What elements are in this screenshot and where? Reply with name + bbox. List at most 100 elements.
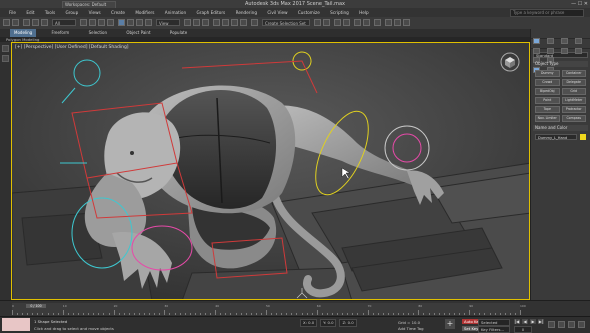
rendered-frame-window-icon[interactable] [394, 19, 401, 26]
menu-modifiers[interactable]: Modifiers [135, 8, 154, 17]
percent-snap-icon[interactable] [231, 19, 238, 26]
render-production-icon[interactable] [403, 19, 410, 26]
undo-icon[interactable] [3, 19, 10, 26]
select-object-icon[interactable] [80, 19, 87, 26]
y-coordinate-field[interactable]: Y: 0.0 [320, 319, 337, 327]
previous-frame-button[interactable]: ◀ [522, 319, 528, 324]
selection-filter-dropdown[interactable]: All [52, 19, 76, 26]
menu-tools[interactable]: Tools [45, 8, 55, 17]
go-to-end-button[interactable]: ▶| [538, 319, 544, 324]
pivot-point-icon[interactable] [184, 19, 191, 26]
keyboard-shortcut-icon[interactable] [202, 19, 209, 26]
menu-views[interactable]: Views [89, 8, 101, 17]
nav-limiter-button[interactable]: Nav. Limiter [535, 115, 560, 122]
move-icon[interactable] [118, 19, 125, 26]
tab-object-paint[interactable]: Object Paint [122, 29, 154, 37]
tab-freeform[interactable]: Freeform [47, 29, 73, 37]
tab-selection[interactable]: Selection [85, 29, 111, 37]
rotate-icon[interactable] [127, 19, 134, 26]
zoom-icon[interactable] [548, 321, 555, 328]
pan-icon[interactable] [568, 321, 575, 328]
menu-help[interactable]: Help [359, 8, 369, 17]
time-slider[interactable]: 0 / 100 [26, 304, 46, 308]
schematic-view-icon[interactable] [363, 19, 370, 26]
object-color-swatch[interactable] [580, 134, 586, 140]
orbit-icon[interactable] [558, 321, 565, 328]
place-icon[interactable] [145, 19, 152, 26]
timeline-tick [27, 313, 29, 315]
crowd-button[interactable]: Crowd [535, 79, 560, 86]
rectangular-selection-icon[interactable] [98, 19, 105, 26]
window-controls[interactable]: — ☐ ✕ [571, 0, 588, 8]
redo-icon[interactable] [12, 19, 19, 26]
dummy-button[interactable]: Dummy [535, 70, 560, 77]
key-mode-dropdown[interactable]: Selected [478, 319, 510, 326]
search-input[interactable]: Type a keyword or phrase [510, 9, 584, 17]
align-icon[interactable] [323, 19, 330, 26]
scene-explorer-icon[interactable] [334, 19, 341, 26]
manipulate-icon[interactable] [193, 19, 200, 26]
reference-coordinate-dropdown[interactable]: View [156, 19, 180, 26]
spinner-snap-icon[interactable] [240, 19, 247, 26]
protractor-button[interactable]: Protractor [561, 106, 586, 113]
curve-editor-icon[interactable] [354, 19, 361, 26]
tape-button[interactable]: Tape [535, 106, 560, 113]
maxscript-listener[interactable] [2, 318, 30, 331]
select-by-name-icon[interactable] [89, 19, 96, 26]
layout-add-icon[interactable] [2, 55, 9, 62]
layout-tab-icon[interactable] [2, 45, 9, 52]
timeline-tick [448, 313, 450, 315]
menu-animation[interactable]: Animation [165, 8, 186, 17]
set-key-plus-icon[interactable]: + [445, 319, 455, 329]
grid-button[interactable]: Grid [561, 88, 586, 95]
object-name-field[interactable]: Dummy_L_Hand [535, 134, 577, 140]
mirror-icon[interactable] [314, 19, 321, 26]
object-type-rollout[interactable]: Object Type [533, 61, 588, 67]
layer-explorer-icon[interactable] [343, 19, 350, 26]
timeline-tick [296, 313, 298, 315]
perspective-viewport[interactable]: [+] [Perspective] [User Defined] [Defaul… [11, 42, 530, 300]
go-to-start-button[interactable]: |◀ [514, 319, 520, 324]
tab-modeling[interactable]: Modeling [10, 29, 37, 37]
bipedobj-button[interactable]: BipedObj [535, 88, 560, 95]
material-editor-icon[interactable] [374, 19, 381, 26]
bind-space-warp-icon[interactable] [41, 19, 48, 26]
viewcube-icon[interactable] [499, 51, 521, 73]
name-and-color-rollout[interactable]: Name and Color [533, 125, 588, 131]
lightmeter-button[interactable]: LightMeter [561, 97, 586, 104]
menu-rendering[interactable]: Rendering [236, 8, 257, 17]
x-coordinate-field[interactable]: X: 0.0 [300, 319, 318, 327]
scale-icon[interactable] [136, 19, 143, 26]
menu-group[interactable]: Group [65, 8, 78, 17]
viewport-label[interactable]: [+] [Perspective] [User Defined] [Defaul… [15, 45, 129, 50]
snaps-toggle-icon[interactable] [213, 19, 220, 26]
menu-file[interactable]: File [9, 8, 16, 17]
maximize-viewport-icon[interactable] [578, 321, 585, 328]
compass-button[interactable]: Compass [561, 115, 586, 122]
window-crossing-icon[interactable] [107, 19, 114, 26]
point-button[interactable]: Point [535, 97, 560, 104]
cameras-icon[interactable] [575, 48, 583, 54]
edit-named-selection-icon[interactable] [251, 19, 258, 26]
menu-scripting[interactable]: Scripting [330, 8, 349, 17]
z-coordinate-field[interactable]: Z: 0.0 [339, 319, 357, 327]
named-selection-set-dropdown[interactable]: Create Selection Set [262, 19, 310, 26]
tab-populate[interactable]: Populate [166, 29, 191, 37]
menu-customize[interactable]: Customize [298, 8, 320, 17]
menu-graph-editors[interactable]: Graph Editors [196, 8, 225, 17]
angle-snap-icon[interactable] [222, 19, 229, 26]
link-icon[interactable] [23, 19, 30, 26]
timeline-frame-label: 30 [164, 304, 169, 308]
delegate-button[interactable]: Delegate [561, 79, 586, 86]
menu-create[interactable]: Create [111, 8, 125, 17]
container-button[interactable]: Container [561, 70, 586, 77]
trackbar[interactable]: 0 / 100 0 10 20 30 40 50 60 70 80 90 100 [12, 303, 526, 315]
render-setup-icon[interactable] [385, 19, 392, 26]
unlink-icon[interactable] [32, 19, 39, 26]
lights-icon[interactable] [561, 48, 569, 54]
play-button[interactable]: ▶ [530, 319, 536, 324]
add-time-tag-button[interactable]: Add Time Tag [398, 326, 423, 331]
menu-edit[interactable]: Edit [26, 8, 34, 17]
timeline-tick [286, 313, 288, 315]
menu-civil-view[interactable]: Civil View [267, 8, 287, 17]
